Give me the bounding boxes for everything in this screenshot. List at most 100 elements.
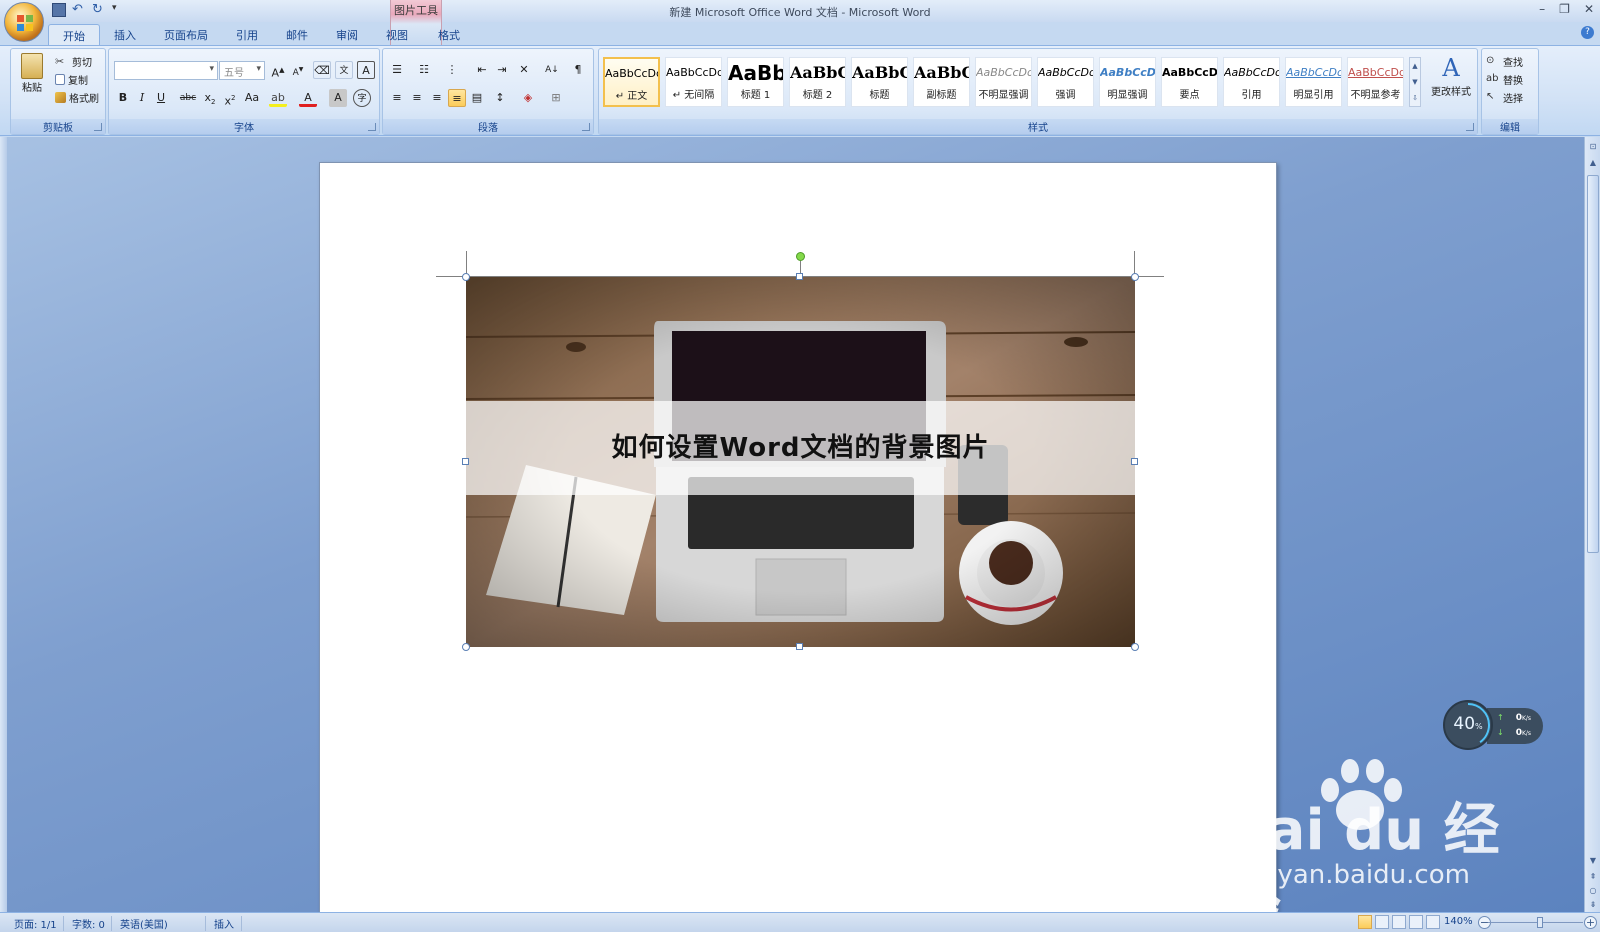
paste-button[interactable]: 粘贴 bbox=[17, 53, 47, 109]
restore-icon[interactable]: ❐ bbox=[1559, 2, 1570, 16]
previous-page-icon[interactable]: ⇞ bbox=[1587, 871, 1599, 883]
resize-handle-bottom[interactable] bbox=[796, 643, 803, 650]
style-subtle-emphasis[interactable]: AaBbCcDd 不明显强调 bbox=[975, 57, 1032, 107]
status-page[interactable]: 页面: 1/1 bbox=[8, 916, 64, 931]
styles-launcher-icon[interactable] bbox=[1466, 123, 1474, 131]
cut-button[interactable]: ✂ 剪切 bbox=[55, 53, 92, 70]
tab-insert[interactable]: 插入 bbox=[100, 24, 150, 46]
numbering-icon[interactable]: ☷ bbox=[415, 61, 433, 79]
zoom-slider[interactable] bbox=[1488, 922, 1583, 923]
style-emphasis[interactable]: AaBbCcDd 强调 bbox=[1037, 57, 1094, 107]
tab-view[interactable]: 视图 bbox=[372, 24, 422, 46]
tab-review[interactable]: 审阅 bbox=[322, 24, 372, 46]
clear-formatting-icon[interactable]: ⌫ bbox=[313, 61, 331, 79]
grow-font-icon[interactable]: A▲ bbox=[269, 61, 287, 80]
help-icon[interactable]: ? bbox=[1581, 26, 1594, 39]
tab-home[interactable]: 开始 bbox=[48, 24, 100, 46]
resize-handle-top-left[interactable] bbox=[462, 273, 470, 281]
rotate-handle[interactable] bbox=[796, 252, 805, 261]
minimize-icon[interactable]: – bbox=[1539, 2, 1545, 16]
resize-handle-bottom-right[interactable] bbox=[1131, 643, 1139, 651]
enclose-characters-icon[interactable]: 字 bbox=[353, 89, 371, 107]
style-subtle-reference[interactable]: AaBbCcDd 不明显参考 bbox=[1347, 57, 1404, 107]
character-border-icon[interactable]: A bbox=[357, 61, 375, 79]
document-page[interactable]: 如何设置Word文档的背景图片 bbox=[319, 162, 1277, 912]
clipboard-launcher-icon[interactable] bbox=[94, 123, 102, 131]
bold-icon[interactable]: B bbox=[114, 89, 132, 107]
styles-gallery-scroll[interactable]: ▲ ▼ ⇩ bbox=[1409, 57, 1421, 107]
vertical-scrollbar[interactable]: ⊡ ▲ ▼ ⇞ ○ ⇟ bbox=[1584, 137, 1600, 912]
font-color-icon[interactable]: A bbox=[299, 89, 317, 107]
ruler-toggle-icon[interactable]: ⊡ bbox=[1587, 141, 1599, 153]
superscript-icon[interactable]: x2 bbox=[221, 89, 239, 108]
italic-icon[interactable]: I bbox=[133, 89, 151, 107]
status-insert-mode[interactable]: 插入 bbox=[208, 916, 242, 931]
align-right-icon[interactable]: ≡ bbox=[428, 89, 446, 107]
tab-references[interactable]: 引用 bbox=[222, 24, 272, 46]
align-left-icon[interactable]: ≡ bbox=[388, 89, 406, 107]
bullets-icon[interactable]: ☰ bbox=[388, 61, 406, 79]
resize-handle-left[interactable] bbox=[462, 458, 469, 465]
find-button[interactable]: ⊙ 查找 bbox=[1486, 53, 1523, 70]
browse-object-icon[interactable]: ○ bbox=[1587, 885, 1599, 897]
resize-handle-top-right[interactable] bbox=[1131, 273, 1139, 281]
subscript-icon[interactable]: x2 bbox=[201, 89, 219, 107]
line-spacing-icon[interactable]: ↕ bbox=[491, 89, 509, 107]
phonetic-guide-icon[interactable]: 文 bbox=[335, 61, 353, 79]
style-heading-2[interactable]: AaBbC 标题 2 bbox=[789, 57, 846, 107]
outline-view-icon[interactable] bbox=[1409, 915, 1423, 929]
show-marks-icon[interactable]: ¶ bbox=[569, 61, 587, 79]
replace-button[interactable]: ab 替换 bbox=[1486, 71, 1523, 88]
resize-handle-top[interactable] bbox=[796, 273, 803, 280]
style-heading-1[interactable]: AaBb 标题 1 bbox=[727, 57, 784, 107]
status-language[interactable]: 英语(美国) bbox=[114, 916, 206, 931]
next-page-icon[interactable]: ⇟ bbox=[1587, 899, 1599, 911]
underline-icon[interactable]: U bbox=[152, 89, 170, 107]
paragraph-launcher-icon[interactable] bbox=[582, 123, 590, 131]
tab-mailings[interactable]: 邮件 bbox=[272, 24, 322, 46]
office-button[interactable] bbox=[4, 2, 44, 42]
tab-format[interactable]: 格式 bbox=[424, 24, 474, 46]
strikethrough-icon[interactable]: abc bbox=[179, 89, 197, 107]
font-launcher-icon[interactable] bbox=[368, 123, 376, 131]
print-layout-icon[interactable] bbox=[1358, 915, 1372, 929]
shading-icon[interactable]: ◈ bbox=[519, 89, 537, 107]
resize-handle-bottom-left[interactable] bbox=[462, 643, 470, 651]
style-intense-quote[interactable]: AaBbCcDd 明显引用 bbox=[1285, 57, 1342, 107]
style-strong[interactable]: AaBbCcDd 要点 bbox=[1161, 57, 1218, 107]
style-subtitle[interactable]: AaBbC 副标题 bbox=[913, 57, 970, 107]
style-normal[interactable]: AaBbCcDd ↵ 正文 bbox=[603, 57, 660, 107]
increase-indent-icon[interactable]: ⇥ bbox=[493, 61, 511, 79]
change-styles-button[interactable]: A 更改样式 bbox=[1427, 53, 1475, 113]
zoom-slider-thumb[interactable] bbox=[1537, 917, 1543, 928]
select-button[interactable]: ↖ 选择 bbox=[1486, 89, 1523, 106]
status-word-count[interactable]: 字数: 0 bbox=[66, 916, 112, 931]
change-case-icon[interactable]: Aa bbox=[243, 89, 261, 107]
highlight-icon[interactable]: ab bbox=[269, 89, 287, 107]
sort-icon[interactable]: A↓ bbox=[543, 61, 561, 79]
multilevel-list-icon[interactable]: ⋮ bbox=[443, 61, 461, 79]
web-layout-icon[interactable] bbox=[1392, 915, 1406, 929]
decrease-indent-icon[interactable]: ⇤ bbox=[473, 61, 491, 79]
copy-button[interactable]: 复制 bbox=[55, 71, 88, 88]
distributed-icon[interactable]: ▤ bbox=[468, 89, 486, 107]
scroll-down-icon[interactable]: ▼ bbox=[1587, 855, 1599, 867]
font-size-combo[interactable]: 五号 bbox=[219, 61, 265, 80]
format-painter-button[interactable]: 格式刷 bbox=[55, 89, 99, 106]
network-speed-widget[interactable]: ↑ 0K/s ↓ 0K/s 40% bbox=[1443, 700, 1545, 752]
full-screen-reading-icon[interactable] bbox=[1375, 915, 1389, 929]
align-center-icon[interactable]: ≡ bbox=[408, 89, 426, 107]
style-quote[interactable]: AaBbCcDd 引用 bbox=[1223, 57, 1280, 107]
style-no-spacing[interactable]: AaBbCcDd ↵ 无间隔 bbox=[665, 57, 722, 107]
scroll-up-icon[interactable]: ▲ bbox=[1587, 157, 1599, 169]
style-title[interactable]: AaBbC 标题 bbox=[851, 57, 908, 107]
scroll-thumb[interactable] bbox=[1587, 175, 1599, 553]
chinese-layout-icon[interactable]: ✕ bbox=[515, 61, 533, 79]
zoom-level[interactable]: 140% bbox=[1444, 916, 1473, 927]
resize-handle-right[interactable] bbox=[1131, 458, 1138, 465]
selected-picture[interactable]: 如何设置Word文档的背景图片 bbox=[466, 277, 1135, 647]
borders-icon[interactable]: ⊞ bbox=[547, 89, 565, 107]
tab-page-layout[interactable]: 页面布局 bbox=[150, 24, 222, 46]
justify-icon[interactable]: ≡ bbox=[448, 89, 466, 107]
font-name-combo[interactable] bbox=[114, 61, 218, 80]
